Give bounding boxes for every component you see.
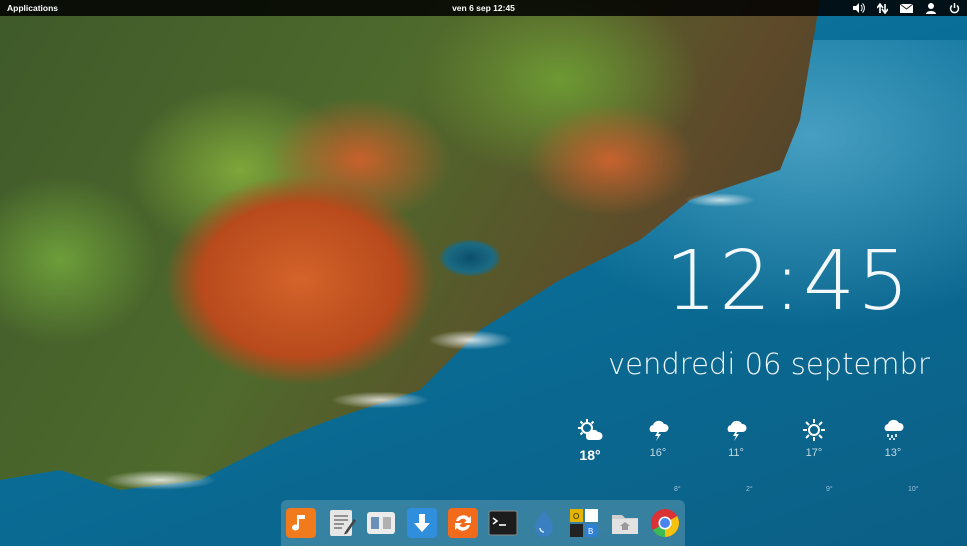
music-app-icon[interactable] [286,508,316,538]
svg-text:O: O [573,512,579,521]
desktop-clock-time: 12:45 [665,234,912,329]
text-editor-icon[interactable] [327,508,357,538]
forecast-temp: 18° [579,447,601,463]
office-suite-icon[interactable]: OB [569,508,599,538]
forecast-low: 2° [746,486,753,493]
top-panel: Applications ven 6 sep 12:45 [0,0,967,16]
user-icon[interactable] [924,2,937,14]
dock: OB [281,500,685,546]
terminal-icon[interactable] [488,508,518,538]
forecast-day-2: 16° 8° [628,418,688,493]
chrome-browser-icon[interactable] [650,508,680,538]
power-icon[interactable] [948,2,961,14]
forecast-temp: 16° [649,447,667,459]
forecast-low: 8° [674,486,681,493]
volume-icon[interactable] [852,2,865,14]
partly-cloudy-icon [560,418,620,444]
switchboard-icon[interactable] [366,508,396,538]
forecast-temp: 17° [805,447,823,459]
svg-text:B: B [588,527,593,536]
downloads-icon[interactable] [407,508,437,538]
desktop-clock-date: vendredi 06 septembr [608,347,930,381]
file-manager-icon[interactable] [610,508,640,538]
forecast-day-1: 18° [560,418,620,463]
thunderstorm-icon [706,418,766,444]
forecast-day-5: 13° 10° [863,418,923,493]
system-tray [852,2,961,14]
software-update-icon[interactable] [448,508,478,538]
forecast-day-4: 17° 9° [784,418,844,493]
forecast-temp: 13° [884,447,902,459]
forecast-temp: 11° [728,447,744,459]
forecast-low: 10° [908,486,919,493]
forecast-low: 9° [826,486,833,493]
forecast-day-3: 11° 2° [706,418,766,493]
panel-clock[interactable]: ven 6 sep 12:45 [0,3,967,13]
drop-app-icon[interactable] [529,508,559,538]
network-icon[interactable] [876,2,889,14]
sunny-icon [784,418,844,444]
rain-icon [863,418,923,444]
mail-icon[interactable] [900,2,913,14]
weather-forecast: 18° 16° 8° 11° 2° 17° 9° 13° 10° [560,418,960,498]
thunderstorm-icon [628,418,688,444]
